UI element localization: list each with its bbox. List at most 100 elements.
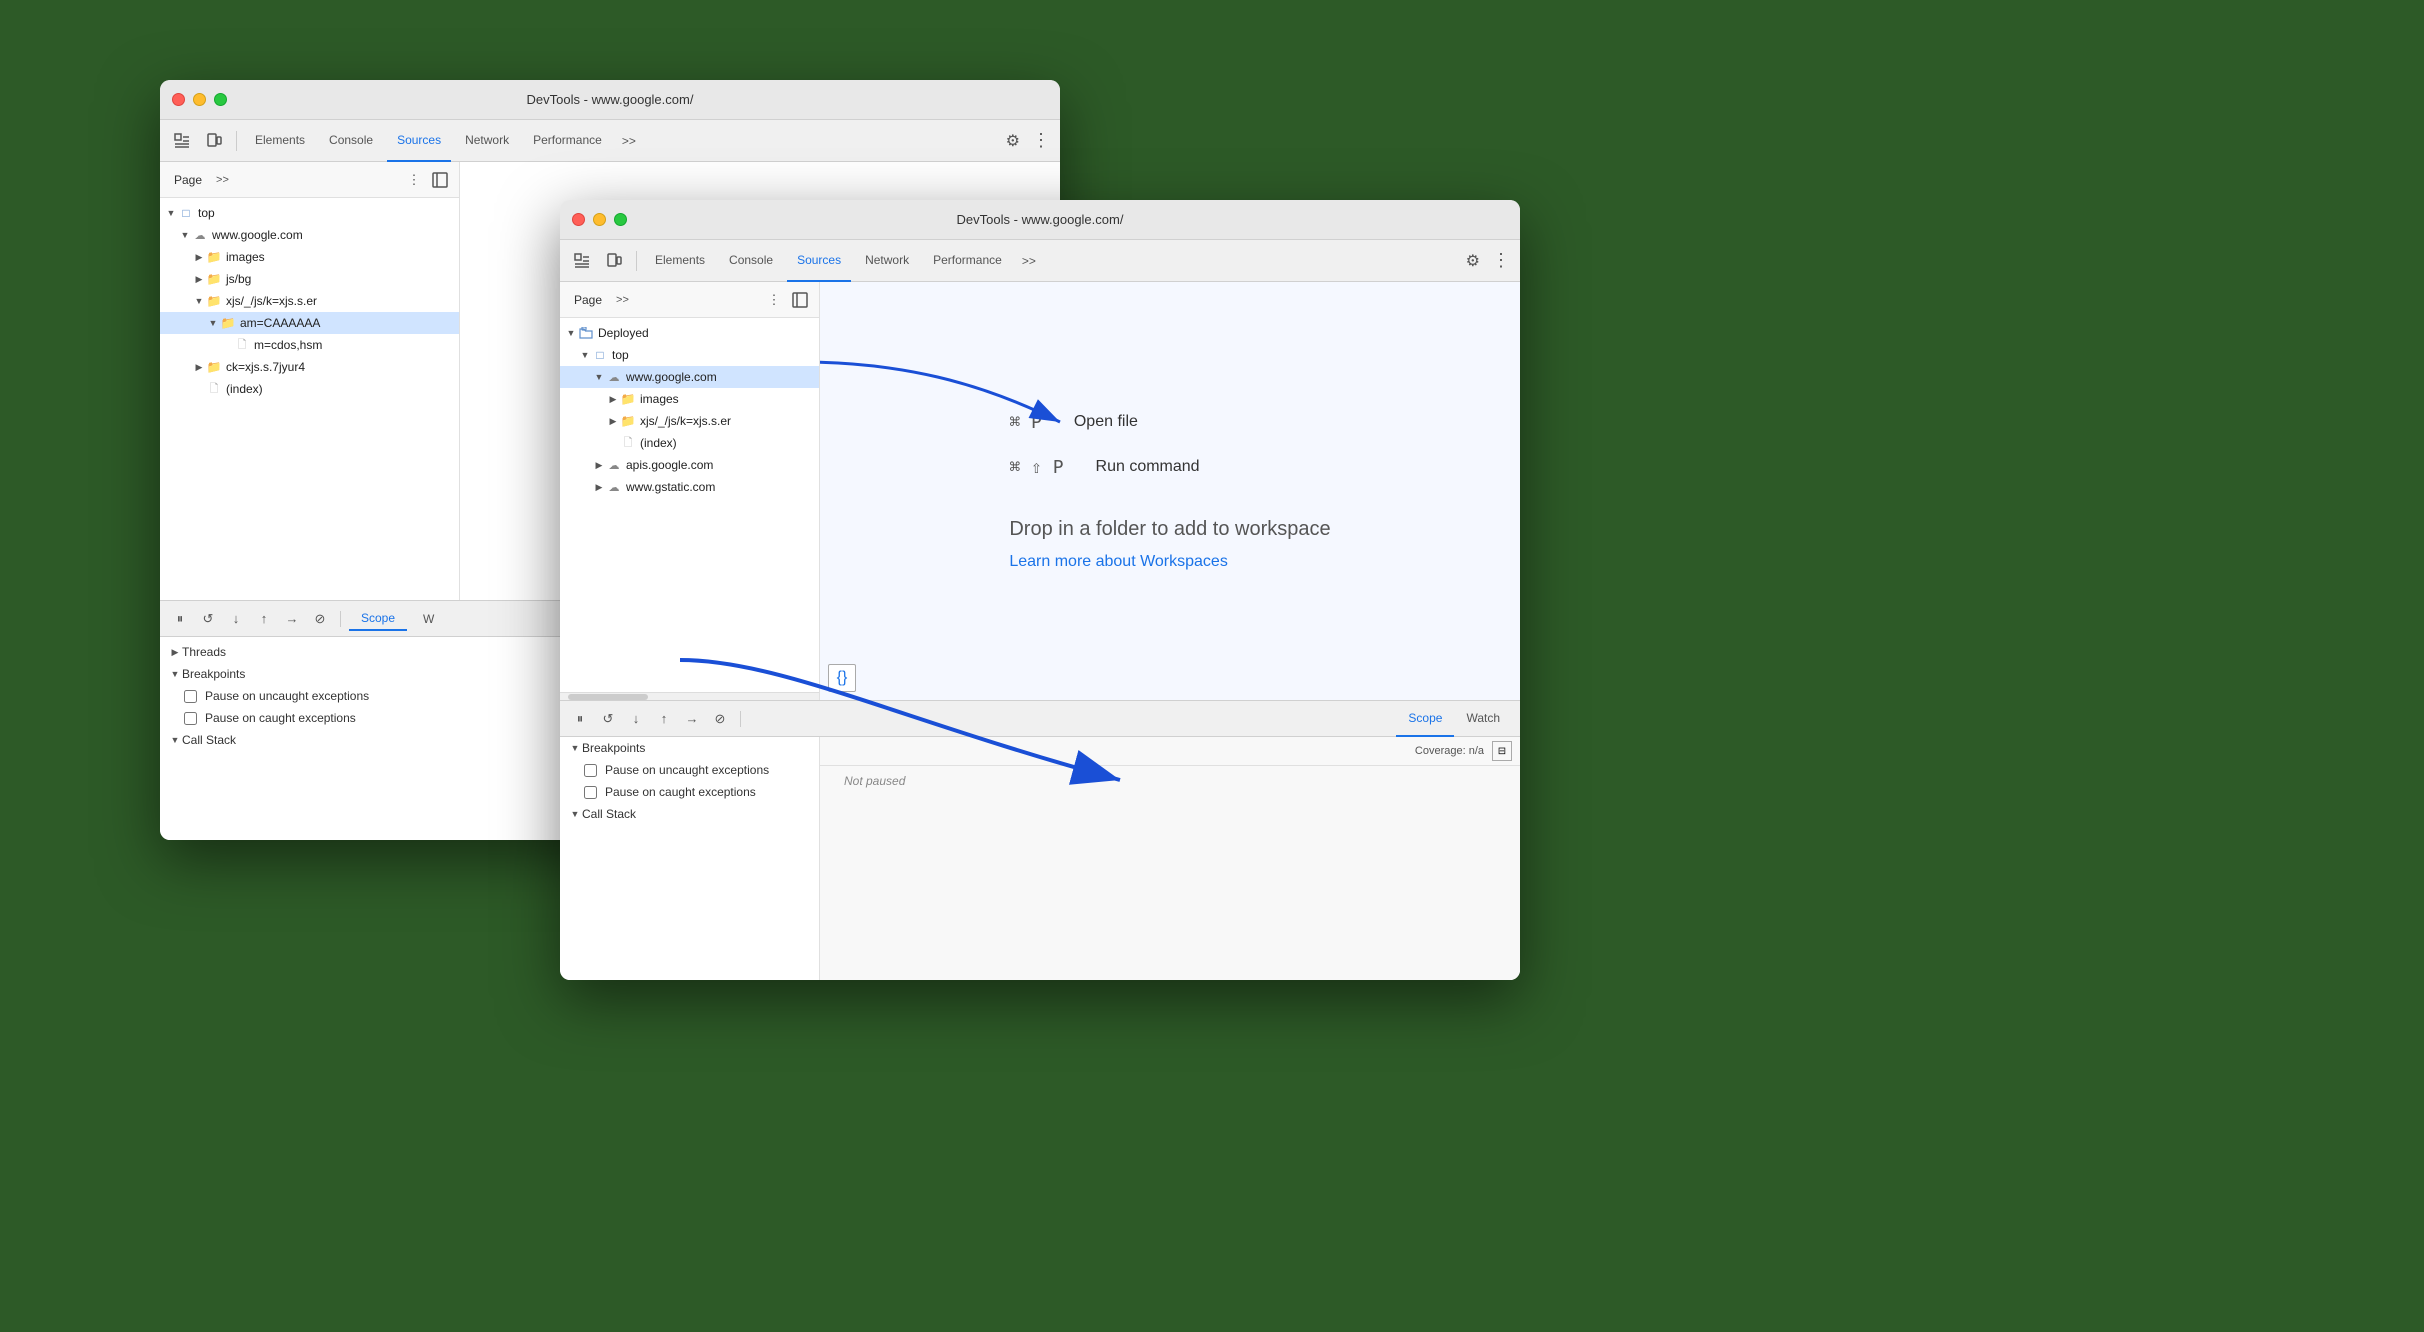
tree-item-gstatic-front[interactable]: ☁ www.gstatic.com bbox=[560, 476, 819, 498]
scrollbar-front[interactable] bbox=[560, 692, 819, 700]
step-out-icon-front[interactable]: ↑ bbox=[652, 707, 676, 731]
step-over-icon-back[interactable]: ↺ bbox=[196, 607, 220, 631]
tree-label-ck-back: ck=xjs.s.7jyur4 bbox=[226, 360, 305, 374]
tree-item-index-back[interactable]: 🗋 (index) bbox=[160, 378, 459, 400]
tree-label-index-back: (index) bbox=[226, 382, 263, 396]
sidebar-toggle-front[interactable] bbox=[789, 289, 811, 311]
sidebar-tab-page-front[interactable]: Page bbox=[568, 291, 608, 309]
menu-dots-front[interactable]: ⋮ bbox=[1488, 246, 1512, 275]
tree-item-images-front[interactable]: 📁 images bbox=[560, 388, 819, 410]
maximize-button-front[interactable] bbox=[614, 213, 627, 226]
gear-icon-back[interactable]: ⚙ bbox=[1002, 127, 1024, 155]
coverage-icon-front[interactable]: ⊟ bbox=[1492, 741, 1512, 761]
uncaught-checkbox-back[interactable] bbox=[184, 690, 197, 703]
tree-label-deployed-front: Deployed bbox=[598, 326, 649, 340]
tab-performance-back[interactable]: Performance bbox=[523, 120, 612, 162]
deactivate-icon-front[interactable]: ⊘ bbox=[708, 707, 732, 731]
bt-sep-front bbox=[740, 711, 741, 727]
more-tabs-front[interactable]: >> bbox=[1016, 254, 1042, 268]
caught-exceptions-front[interactable]: Pause on caught exceptions bbox=[560, 781, 819, 803]
tree-item-am-back[interactable]: 📁 am=CAAAAAA bbox=[160, 312, 459, 334]
tab-network-back[interactable]: Network bbox=[455, 120, 519, 162]
step-into-icon-front[interactable]: ↓ bbox=[624, 707, 648, 731]
tree-area-back: □ top ☁ www.google.com 📁 images 📁 js/bg bbox=[160, 198, 459, 600]
tab-sources-front[interactable]: Sources bbox=[787, 240, 851, 282]
sidebar-tab-page-back[interactable]: Page bbox=[168, 171, 208, 189]
breakpoints-header-front[interactable]: Breakpoints bbox=[560, 737, 819, 759]
tab-elements-back[interactable]: Elements bbox=[245, 120, 315, 162]
uncaught-checkbox-front[interactable] bbox=[584, 764, 597, 777]
tree-item-index-front[interactable]: 🗋 (index) bbox=[560, 432, 819, 454]
callstack-label-front: Call Stack bbox=[582, 807, 636, 821]
more-tabs-back[interactable]: >> bbox=[616, 134, 642, 148]
sidebar-toggle-back[interactable] bbox=[429, 169, 451, 191]
sidebar-more-front[interactable]: >> bbox=[612, 292, 633, 308]
tree-item-mcdos-back[interactable]: 🗋 m=cdos,hsm bbox=[160, 334, 459, 356]
tab-console-front[interactable]: Console bbox=[719, 240, 783, 282]
shortcut-row-1-front: ⌘ P Open file bbox=[1009, 412, 1138, 433]
maximize-button-back[interactable] bbox=[214, 93, 227, 106]
file-icon-mcdos-back: 🗋 bbox=[234, 337, 250, 353]
step-out-icon-back[interactable]: ↑ bbox=[252, 607, 276, 631]
tab-performance-front[interactable]: Performance bbox=[923, 240, 1012, 282]
arrow-callstack-front bbox=[568, 807, 582, 821]
close-button-back[interactable] bbox=[172, 93, 185, 106]
uncaught-exceptions-front[interactable]: Pause on uncaught exceptions bbox=[560, 759, 819, 781]
tree-item-ck-back[interactable]: 📁 ck=xjs.s.7jyur4 bbox=[160, 356, 459, 378]
folder-icon-ck-back: 📁 bbox=[206, 359, 222, 375]
bottom-split-front: Breakpoints Pause on uncaught exceptions… bbox=[560, 737, 1520, 980]
tree-item-xjs-back[interactable]: 📁 xjs/_/js/k=xjs.s.er bbox=[160, 290, 459, 312]
tab-console-back[interactable]: Console bbox=[319, 120, 383, 162]
minimize-button-back[interactable] bbox=[193, 93, 206, 106]
tree-item-top-back[interactable]: □ top bbox=[160, 202, 459, 224]
arrow-breakpoints-front bbox=[568, 741, 582, 755]
menu-dots-back[interactable]: ⋮ bbox=[1028, 126, 1052, 155]
caught-checkbox-back[interactable] bbox=[184, 712, 197, 725]
callstack-header-front[interactable]: Call Stack bbox=[560, 803, 819, 825]
titlebar-back: DevTools - www.google.com/ bbox=[160, 80, 1060, 120]
minimize-button-front[interactable] bbox=[593, 213, 606, 226]
tree-item-google-front[interactable]: ☁ www.google.com bbox=[560, 366, 819, 388]
pause-icon-front[interactable]: ⏸ bbox=[568, 707, 592, 731]
sidebar-menu-front[interactable]: ⋮ bbox=[763, 289, 785, 311]
arrow-google-front bbox=[592, 370, 606, 384]
scope-tab-back[interactable]: Scope bbox=[349, 607, 407, 631]
device-icon-back[interactable] bbox=[200, 127, 228, 155]
step-over-icon-front[interactable]: ↺ bbox=[596, 707, 620, 731]
device-icon-front[interactable] bbox=[600, 247, 628, 275]
watch-tab-front[interactable]: Watch bbox=[1454, 701, 1512, 737]
arrow-apis-front bbox=[592, 458, 606, 472]
caught-checkbox-front[interactable] bbox=[584, 786, 597, 799]
pretty-print-button-front[interactable]: {} bbox=[828, 664, 856, 692]
inspect-icon-back[interactable] bbox=[168, 127, 196, 155]
sidebar-menu-back[interactable]: ⋮ bbox=[403, 169, 425, 191]
tree-item-xjs-front[interactable]: 📁 xjs/_/js/k=xjs.s.er bbox=[560, 410, 819, 432]
tree-item-jsbg-back[interactable]: 📁 js/bg bbox=[160, 268, 459, 290]
sidebar-more-back[interactable]: >> bbox=[212, 172, 233, 188]
continue-icon-front[interactable]: → bbox=[680, 707, 704, 731]
gear-icon-front[interactable]: ⚙ bbox=[1462, 247, 1484, 275]
close-button-front[interactable] bbox=[572, 213, 585, 226]
inspect-icon-front[interactable] bbox=[568, 247, 596, 275]
uncaught-label-front: Pause on uncaught exceptions bbox=[605, 763, 769, 777]
uncaught-label-back: Pause on uncaught exceptions bbox=[205, 689, 369, 703]
continue-icon-back[interactable]: → bbox=[280, 607, 304, 631]
deactivate-icon-back[interactable]: ⊘ bbox=[308, 607, 332, 631]
learn-link-front[interactable]: Learn more about Workspaces bbox=[1009, 553, 1227, 570]
tree-item-top-front[interactable]: □ top bbox=[560, 344, 819, 366]
tree-item-google-back[interactable]: ☁ www.google.com bbox=[160, 224, 459, 246]
step-into-icon-back[interactable]: ↓ bbox=[224, 607, 248, 631]
tree-item-deployed-front[interactable]: Deployed bbox=[560, 322, 819, 344]
cloud-icon-apis-front: ☁ bbox=[606, 457, 622, 473]
tree-item-images-back[interactable]: 📁 images bbox=[160, 246, 459, 268]
breakpoints-label-back: Breakpoints bbox=[182, 667, 245, 681]
watch-tab-back[interactable]: W bbox=[411, 608, 446, 630]
tab-network-front[interactable]: Network bbox=[855, 240, 919, 282]
tab-sources-back[interactable]: Sources bbox=[387, 120, 451, 162]
tab-elements-front[interactable]: Elements bbox=[645, 240, 715, 282]
tree-item-apis-front[interactable]: ☁ apis.google.com bbox=[560, 454, 819, 476]
pause-icon-back[interactable]: ⏸ bbox=[168, 607, 192, 631]
scope-tab-front[interactable]: Scope bbox=[1396, 701, 1454, 737]
tree-label-google-back: www.google.com bbox=[212, 228, 303, 242]
arrow-ck-back bbox=[192, 360, 206, 374]
